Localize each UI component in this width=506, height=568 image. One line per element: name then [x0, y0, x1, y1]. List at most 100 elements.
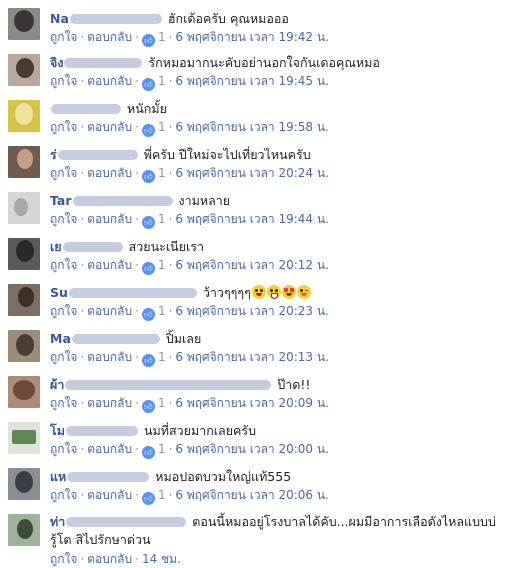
comment-timestamp[interactable]: 6 พฤศจิกายน เวลา 20:13 น. — [175, 350, 329, 364]
comment-actions: ถูกใจ · ตอบกลับ · 👍︎ 1 · 6 พฤศจิกายน เวลา 19:58… — [50, 120, 329, 137]
like-count[interactable]: 1 — [158, 396, 166, 410]
avatar[interactable] — [8, 100, 40, 132]
like-count[interactable]: 1 — [158, 304, 166, 318]
blurred-name — [67, 471, 150, 482]
comment-text: ว้าวๆๆๆๆ — [202, 285, 251, 300]
commenter-name[interactable]: Tar — [50, 193, 72, 208]
commenter-name[interactable]: ร่ — [50, 147, 57, 162]
comment-actions: ถูกใจ · ตอบกลับ · 👍︎ 1 · 6 พฤศจิกายน เวลา 20:24… — [50, 166, 329, 183]
like-count[interactable]: 1 — [158, 350, 166, 364]
like-link[interactable]: ถูกใจ — [50, 258, 77, 272]
reply-link[interactable]: ตอบกลับ — [87, 166, 132, 180]
like-count[interactable]: 1 — [158, 212, 166, 226]
like-link[interactable]: ถูกใจ — [50, 442, 77, 456]
avatar[interactable] — [8, 54, 40, 86]
reply-link[interactable]: ตอบกลับ — [87, 120, 132, 134]
commenter-name[interactable]: Su — [50, 285, 68, 300]
like-link[interactable]: ถูกใจ — [50, 350, 77, 364]
comment-text: หมอปอดบวมใหญ่แท้555 — [155, 469, 292, 484]
commenter-name[interactable]: ผ้า — [50, 377, 64, 392]
thumbs-up-icon[interactable]: 👍︎ — [141, 354, 155, 367]
avatar[interactable] — [8, 330, 40, 362]
commenter-name[interactable]: จิง — [50, 55, 63, 70]
commenter-name[interactable]: แห — [50, 469, 66, 484]
comment-text: สวยนะเนียเรา — [128, 239, 204, 254]
thumbs-up-icon[interactable]: 👍︎ — [141, 124, 155, 137]
comment-timestamp[interactable]: 14 ชม. — [142, 552, 181, 566]
avatar[interactable] — [8, 468, 40, 500]
heart-eyes-emoji — [281, 285, 296, 299]
like-link[interactable]: ถูกใจ — [50, 212, 77, 226]
reply-link[interactable]: ตอบกลับ — [87, 74, 132, 88]
comment-timestamp[interactable]: 6 พฤศจิกายน เวลา 20:09 น. — [175, 396, 329, 410]
avatar[interactable] — [8, 146, 40, 178]
comment-actions: ถูกใจ · ตอบกลับ · 👍︎ 1 · 6 พฤศจิกายน เวลา 20:23… — [50, 304, 329, 321]
reply-link[interactable]: ตอบกลับ — [87, 552, 132, 566]
like-link[interactable]: ถูกใจ — [50, 30, 77, 44]
comment-timestamp[interactable]: 6 พฤศจิกายน เวลา 20:23 น. — [175, 304, 329, 318]
thumbs-up-icon[interactable]: 👍︎ — [141, 446, 155, 459]
blurred-name — [66, 516, 187, 527]
comment-timestamp[interactable]: 6 พฤศจิกายน เวลา 19:58 น. — [175, 120, 329, 134]
like-link[interactable]: ถูกใจ — [50, 396, 77, 410]
reply-link[interactable]: ตอบกลับ — [87, 396, 132, 410]
comment-actions: ถูกใจ · ตอบกลับ · 👍︎ 1 · 6 พฤศจิกายน เวลา 20:00… — [50, 442, 329, 459]
like-count[interactable]: 1 — [158, 488, 166, 502]
thumbs-up-icon[interactable]: 👍︎ — [141, 262, 155, 275]
avatar[interactable] — [8, 8, 40, 40]
avatar[interactable] — [8, 376, 40, 408]
reply-link[interactable]: ตอบกลับ — [87, 442, 132, 456]
reply-link[interactable]: ตอบกลับ — [87, 212, 132, 226]
reply-link[interactable]: ตอบกลับ — [87, 304, 132, 318]
like-count[interactable]: 1 — [158, 166, 166, 180]
like-count[interactable]: 1 — [158, 30, 166, 44]
comment-timestamp[interactable]: 6 พฤศจิกายน เวลา 20:00 น. — [175, 442, 329, 456]
commenter-name[interactable]: โม — [50, 423, 65, 438]
thumbs-up-icon[interactable]: 👍︎ — [141, 216, 155, 229]
commenter-name[interactable]: เย — [50, 239, 62, 254]
thumbs-up-icon[interactable]: 👍︎ — [141, 492, 155, 505]
thumbs-up-icon[interactable]: 👍︎ — [141, 400, 155, 413]
comment-timestamp[interactable]: 6 พฤศจิกายน เวลา 19:44 น. — [175, 212, 329, 226]
avatar[interactable] — [8, 514, 40, 546]
reply-link[interactable]: ตอบกลับ — [87, 30, 132, 44]
thumbs-up-icon[interactable]: 👍︎ — [141, 308, 155, 321]
blurred-name — [51, 103, 121, 114]
like-link[interactable]: ถูกใจ — [50, 304, 77, 318]
comment-timestamp[interactable]: 6 พฤศจิกายน เวลา 20:24 น. — [175, 166, 329, 180]
like-count[interactable]: 1 — [158, 258, 166, 272]
blurred-name — [68, 287, 197, 298]
reply-link[interactable]: ตอบกลับ — [87, 488, 132, 502]
commenter-name[interactable]: Ma — [50, 331, 71, 346]
reply-link[interactable]: ตอบกลับ — [87, 350, 132, 364]
avatar[interactable] — [8, 422, 40, 454]
reply-link[interactable]: ตอบกลับ — [87, 258, 132, 272]
like-link[interactable]: ถูกใจ — [50, 74, 77, 88]
like-count[interactable]: 1 — [158, 442, 166, 456]
thumbs-up-icon[interactable]: 👍︎ — [141, 34, 155, 47]
commenter-name[interactable]: Na — [50, 11, 69, 26]
blurred-name — [65, 379, 272, 390]
comment-timestamp[interactable]: 6 พฤศจิกายน เวลา 19:42 น. — [175, 30, 329, 44]
avatar[interactable] — [8, 192, 40, 224]
blurred-name — [72, 195, 173, 206]
comment-actions: ถูกใจ · ตอบกลับ · 👍︎ 1 · 6 พฤศจิกายน เวลา 19:45… — [50, 74, 329, 91]
like-count[interactable]: 1 — [158, 74, 166, 88]
like-link[interactable]: ถูกใจ — [50, 552, 77, 566]
grin-emoji — [266, 285, 281, 299]
blurred-name — [71, 333, 160, 344]
like-link[interactable]: ถูกใจ — [50, 120, 77, 134]
like-count[interactable]: 1 — [158, 120, 166, 134]
commenter-name[interactable]: ท่า — [50, 514, 65, 529]
thumbs-up-icon[interactable]: 👍︎ — [141, 78, 155, 91]
comment-timestamp[interactable]: 6 พฤศจิกายน เวลา 19:45 น. — [175, 74, 329, 88]
comment-timestamp[interactable]: 6 พฤศจิกายน เวลา 20:12 น. — [175, 258, 329, 272]
comment-actions: ถูกใจ · ตอบกลับ · 👍︎ 1 · 6 พฤศจิกายน เวลา 20:13… — [50, 350, 329, 367]
blurred-name — [64, 57, 143, 68]
avatar[interactable] — [8, 238, 40, 270]
thumbs-up-icon[interactable]: 👍︎ — [141, 170, 155, 183]
avatar[interactable] — [8, 284, 40, 316]
like-link[interactable]: ถูกใจ — [50, 166, 77, 180]
comment-timestamp[interactable]: 6 พฤศจิกายน เวลา 20:06 น. — [175, 488, 329, 502]
like-link[interactable]: ถูกใจ — [50, 488, 77, 502]
